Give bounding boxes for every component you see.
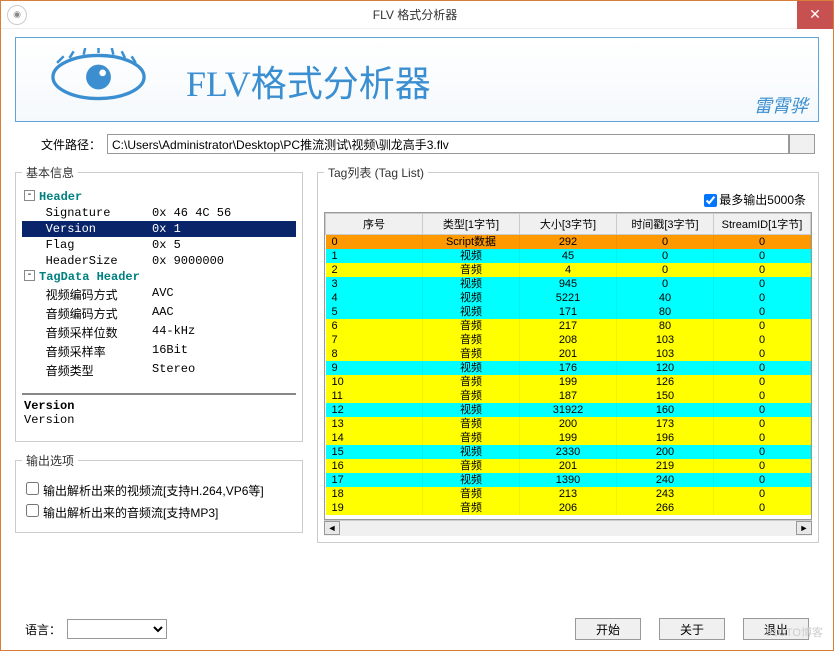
banner: FLV格式分析器 雷霄骅 bbox=[15, 37, 819, 122]
table-row[interactable]: 13音频2001730 bbox=[326, 417, 811, 431]
description-box: Version Version bbox=[22, 393, 296, 435]
language-label: 语言： bbox=[25, 621, 61, 638]
about-button[interactable]: 关于 bbox=[659, 618, 725, 640]
scroll-right-icon[interactable]: ► bbox=[796, 521, 812, 535]
table-row[interactable]: 15视频23302000 bbox=[326, 445, 811, 459]
tag-table-container[interactable]: 序号类型[1字节]大小[3字节]时间戳[3字节]StreamID[1字节] 0S… bbox=[324, 212, 812, 520]
table-row[interactable]: 10音频1991260 bbox=[326, 375, 811, 389]
table-row[interactable]: 5视频171800 bbox=[326, 305, 811, 319]
column-header[interactable]: 序号 bbox=[326, 214, 423, 235]
table-row[interactable]: 12视频319221600 bbox=[326, 403, 811, 417]
column-header[interactable]: 大小[3字节] bbox=[520, 214, 617, 235]
exit-button[interactable]: 退出 bbox=[743, 618, 809, 640]
tree-item[interactable]: Flag0x 5 bbox=[22, 237, 296, 253]
banner-title: FLV格式分析器 bbox=[186, 55, 431, 107]
tree-item[interactable]: 音频采样率16Bit bbox=[22, 342, 296, 361]
tree-item[interactable]: HeaderSize0x 9000000 bbox=[22, 253, 296, 269]
table-row[interactable]: 6音频217800 bbox=[326, 319, 811, 333]
scroll-left-icon[interactable]: ◄ bbox=[324, 521, 340, 535]
window-title: FLV 格式分析器 bbox=[33, 6, 797, 23]
language-select[interactable] bbox=[67, 619, 167, 639]
table-row[interactable]: 11音频1871500 bbox=[326, 389, 811, 403]
tag-table: 序号类型[1字节]大小[3字节]时间戳[3字节]StreamID[1字节] 0S… bbox=[325, 213, 811, 515]
table-row[interactable]: 18音频2132430 bbox=[326, 487, 811, 501]
table-row[interactable]: 0Script数据29200 bbox=[326, 235, 811, 250]
collapse-icon[interactable]: - bbox=[24, 270, 35, 281]
output-options-group: 输出选项 输出解析出来的视频流[支持H.264,VP6等] 输出解析出来的音频流… bbox=[15, 452, 303, 533]
app-icon: ◉ bbox=[7, 5, 27, 25]
column-header[interactable]: 类型[1字节] bbox=[423, 214, 520, 235]
output-video-option[interactable]: 输出解析出来的视频流[支持H.264,VP6等] bbox=[26, 482, 292, 499]
output-audio-checkbox[interactable] bbox=[26, 504, 39, 517]
close-button[interactable]: ✕ bbox=[797, 1, 833, 29]
table-row[interactable]: 19音频2062660 bbox=[326, 501, 811, 515]
titlebar: ◉ FLV 格式分析器 ✕ bbox=[1, 1, 833, 29]
app-window: ◉ FLV 格式分析器 ✕ FLV格式分析器 雷霄骅 文件路径： 基本信息 -H… bbox=[0, 0, 834, 651]
tag-list-legend: Tag列表 (Tag List) bbox=[324, 164, 428, 181]
header-node[interactable]: Header bbox=[39, 190, 82, 204]
max-output-option[interactable]: 最多输出5000条 bbox=[704, 193, 806, 207]
file-path-label: 文件路径： bbox=[41, 136, 101, 153]
table-row[interactable]: 8音频2011030 bbox=[326, 347, 811, 361]
table-row[interactable]: 3视频94500 bbox=[326, 277, 811, 291]
collapse-icon[interactable]: - bbox=[24, 190, 35, 201]
tree-item[interactable]: 音频采样位数44-kHz bbox=[22, 323, 296, 342]
table-row[interactable]: 14音频1991960 bbox=[326, 431, 811, 445]
start-button[interactable]: 开始 bbox=[575, 618, 641, 640]
tree-item[interactable]: 音频编码方式AAC bbox=[22, 304, 296, 323]
tagdata-node[interactable]: TagData Header bbox=[39, 270, 140, 284]
table-row[interactable]: 7音频2081030 bbox=[326, 333, 811, 347]
desc-body: Version bbox=[24, 413, 294, 427]
table-row[interactable]: 4视频5221400 bbox=[326, 291, 811, 305]
eye-logo-icon bbox=[46, 48, 151, 109]
table-row[interactable]: 9视频1761200 bbox=[326, 361, 811, 375]
tag-list-group: Tag列表 (Tag List) 最多输出5000条 序号类型[1字节]大小[3… bbox=[317, 164, 819, 543]
desc-title: Version bbox=[24, 399, 294, 413]
header-tree[interactable]: -Header Signature0x 46 4C 56 Version0x 1… bbox=[22, 189, 296, 389]
file-path-input[interactable] bbox=[107, 134, 789, 154]
tree-item[interactable]: Version0x 1 bbox=[22, 221, 296, 237]
max-output-checkbox[interactable] bbox=[704, 194, 717, 207]
table-row[interactable]: 1视频4500 bbox=[326, 249, 811, 263]
table-row[interactable]: 2音频400 bbox=[326, 263, 811, 277]
output-video-checkbox[interactable] bbox=[26, 482, 39, 495]
footer: 语言： 开始 关于 退出 bbox=[15, 618, 819, 640]
basic-info-legend: 基本信息 bbox=[22, 164, 78, 181]
tree-item[interactable]: Signature0x 46 4C 56 bbox=[22, 205, 296, 221]
browse-button[interactable] bbox=[789, 134, 815, 154]
banner-author: 雷霄骅 bbox=[754, 92, 808, 118]
horizontal-scrollbar[interactable]: ◄ ► bbox=[324, 520, 812, 536]
tree-item[interactable]: 视频编码方式AVC bbox=[22, 285, 296, 304]
tree-item[interactable]: 音频类型Stereo bbox=[22, 361, 296, 380]
basic-info-group: 基本信息 -Header Signature0x 46 4C 56 Versio… bbox=[15, 164, 303, 442]
table-row[interactable]: 16音频2012190 bbox=[326, 459, 811, 473]
file-path-row: 文件路径： bbox=[41, 134, 815, 154]
output-audio-option[interactable]: 输出解析出来的音频流[支持MP3] bbox=[26, 504, 292, 521]
table-row[interactable]: 17视频13902400 bbox=[326, 473, 811, 487]
output-legend: 输出选项 bbox=[22, 452, 78, 469]
column-header[interactable]: 时间戳[3字节] bbox=[617, 214, 714, 235]
column-header[interactable]: StreamID[1字节] bbox=[714, 214, 811, 235]
